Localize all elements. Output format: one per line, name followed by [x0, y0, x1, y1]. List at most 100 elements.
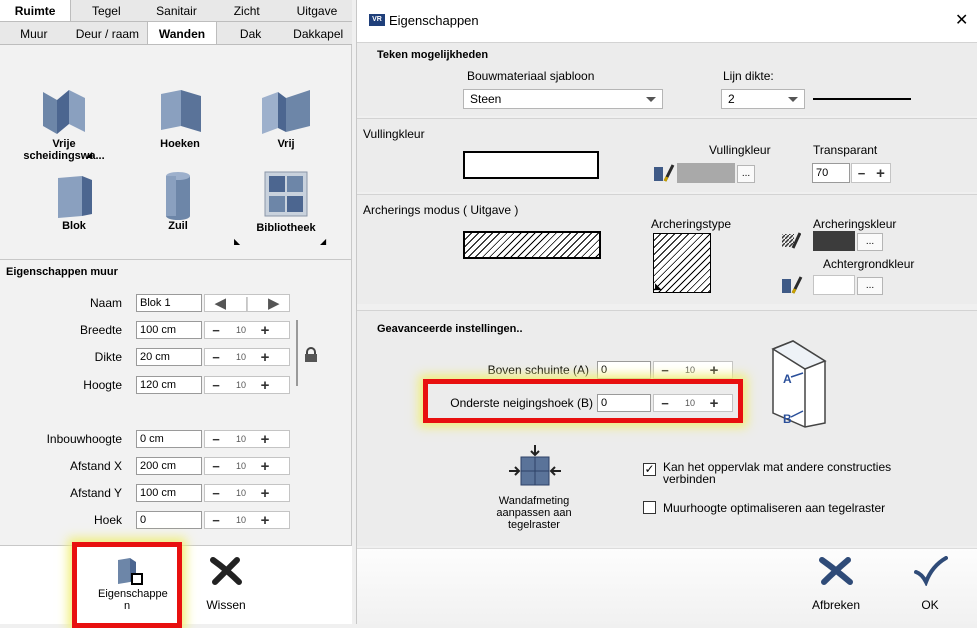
free-wall-icon	[262, 90, 310, 134]
transparant-input[interactable]: 70	[812, 163, 850, 183]
tab-muur[interactable]: Muur	[0, 22, 68, 45]
tab-zicht[interactable]: Zicht	[212, 0, 282, 21]
archering-group: Archerings modus ( Uitgave ) Archeringst…	[357, 194, 977, 304]
checkmark-icon	[914, 556, 948, 586]
lijndikte-label: Lijn dikte:	[723, 69, 774, 83]
tab-sanitair[interactable]: Sanitair	[141, 0, 211, 21]
properties-icon	[118, 558, 143, 585]
tab-dakkapel[interactable]: Dakkapel	[284, 22, 352, 45]
ok-button[interactable]: OK	[905, 556, 955, 612]
wissen-button[interactable]: Wissen	[196, 556, 256, 612]
minus-button[interactable]: −	[205, 486, 227, 501]
paint-icon[interactable]	[653, 163, 675, 183]
inbouwhoogte-stepper: −10 +	[204, 430, 290, 448]
label-b: B	[783, 412, 792, 426]
vulling-heading: Vullingkleur	[363, 127, 425, 141]
plus-button[interactable]: +	[873, 165, 889, 182]
expand-arrow-icon: ◣	[655, 281, 662, 291]
plus-button[interactable]: +	[704, 395, 724, 412]
hatch-color-button[interactable]: ...	[857, 233, 883, 251]
breedte-label: Breedte	[79, 323, 122, 337]
minus-button[interactable]: −	[205, 513, 227, 528]
tab-uitgave[interactable]: Uitgave	[282, 0, 352, 21]
teken-heading: Teken mogelijkheden	[377, 49, 489, 61]
afbreken-button[interactable]: Afbreken	[801, 556, 871, 612]
minus-button[interactable]: −	[654, 363, 676, 378]
breedte-stepper: −10 +	[204, 321, 290, 339]
naam-input[interactable]: Blok 1	[136, 294, 202, 312]
tab-deur-raam[interactable]: Deur / raam	[68, 22, 148, 45]
geavanceerd-heading: Geavanceerde instellingen..	[377, 323, 523, 335]
plus-button[interactable]: +	[255, 512, 275, 529]
block-icon	[58, 176, 92, 218]
corner-wall-icon	[161, 90, 201, 132]
link-bracket	[296, 320, 298, 386]
close-icon[interactable]: ✕	[955, 10, 968, 30]
hoogte-label: Hoogte	[83, 378, 122, 392]
chevron-down-icon	[646, 97, 656, 102]
minus-button[interactable]: −	[205, 432, 227, 447]
tool-vrij[interactable]: Vrij	[236, 86, 336, 150]
check2-checkbox[interactable]	[643, 501, 656, 514]
check1-checkbox[interactable]: ✓	[643, 463, 656, 476]
onderste-neigingshoek-input[interactable]: 0	[597, 394, 651, 412]
tool-bibliotheek[interactable]: Bibliotheek	[236, 166, 336, 234]
plus-button[interactable]: +	[255, 485, 275, 502]
tool-blok[interactable]: Blok	[24, 172, 124, 232]
transparant-stepper: − +	[851, 163, 891, 183]
hoek-stepper: −10 +	[204, 511, 290, 529]
tile-grid-adjust-icon[interactable]	[507, 443, 563, 495]
tool-zuil[interactable]: Zuil	[128, 170, 228, 232]
label-a: A	[783, 372, 792, 386]
dropdown-arrow-icon: ◢	[86, 150, 93, 159]
tool-vrije-scheidingswand[interactable]: Vrije scheidingswa...	[14, 86, 114, 162]
plus-button[interactable]: +	[255, 322, 275, 339]
minus-button[interactable]: −	[205, 459, 227, 474]
tool-hoeken[interactable]: Hoeken	[130, 86, 230, 150]
afstand-y-stepper: −10 +	[204, 484, 290, 502]
minus-button[interactable]: −	[205, 378, 227, 393]
minus-button[interactable]: −	[205, 323, 227, 338]
dikte-label: Dikte	[94, 350, 122, 364]
hoogte-input[interactable]: 120 cm	[136, 376, 202, 394]
background-color-swatch[interactable]	[813, 275, 855, 295]
lock-icon[interactable]	[304, 347, 318, 363]
plus-button[interactable]: +	[255, 458, 275, 475]
afstand-y-input[interactable]: 100 cm	[136, 484, 202, 502]
dikte-input[interactable]: 20 cm	[136, 348, 202, 366]
plus-button[interactable]: +	[704, 362, 724, 379]
plus-button[interactable]: +	[255, 349, 275, 366]
tab-dak[interactable]: Dak	[217, 22, 285, 45]
plus-button[interactable]: +	[255, 431, 275, 448]
plus-button[interactable]: +	[255, 377, 275, 394]
lijndikte-select[interactable]: 2	[721, 89, 805, 109]
background-color-button[interactable]: ...	[857, 277, 883, 295]
minus-button[interactable]: −	[854, 166, 870, 181]
paint-icon[interactable]	[781, 275, 803, 295]
minus-button[interactable]: −	[205, 350, 227, 365]
eigenschappen-button[interactable]: Eigenschappe n	[84, 556, 170, 612]
cancel-icon	[819, 557, 853, 585]
hatch-preview	[463, 231, 601, 259]
fill-color-swatch[interactable]	[677, 163, 735, 183]
bouwmateriaal-select[interactable]: Steen	[463, 89, 663, 109]
fill-preview	[463, 151, 599, 179]
fill-color-button[interactable]: ...	[737, 165, 755, 183]
achtergrondkleur-label: Achtergrondkleur	[823, 257, 915, 271]
afstand-x-input[interactable]: 200 cm	[136, 457, 202, 475]
inbouwhoogte-input[interactable]: 0 cm	[136, 430, 202, 448]
hoek-input[interactable]: 0	[136, 511, 202, 529]
breedte-input[interactable]: 100 cm	[136, 321, 202, 339]
transparant-label: Transparant	[813, 143, 878, 157]
expand-arrow-icon: ◣	[234, 237, 241, 246]
dikte-stepper: −10 +	[204, 348, 290, 366]
hatch-color-swatch[interactable]	[813, 231, 855, 251]
prev-icon[interactable]: ◀	[215, 294, 227, 312]
tab-wanden[interactable]: Wanden	[147, 22, 217, 45]
boven-schuinte-input[interactable]: 0	[597, 361, 651, 379]
next-icon[interactable]: ▶	[268, 294, 280, 312]
minus-button[interactable]: −	[654, 396, 676, 411]
tab-tegel[interactable]: Tegel	[71, 0, 141, 21]
hatch-color-icon[interactable]	[781, 231, 801, 249]
tab-ruimte[interactable]: Ruimte	[0, 0, 72, 21]
